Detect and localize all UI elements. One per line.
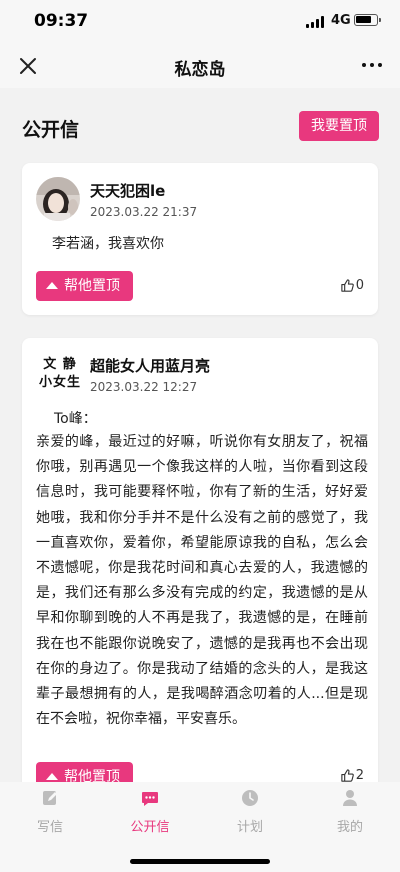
tab-label: 我的	[336, 820, 363, 835]
post-date: 2023.03.22 21:37	[90, 205, 198, 219]
username: 超能女人用蓝月亮	[90, 357, 211, 375]
tab-label: 写信	[36, 820, 63, 835]
arrow-up-icon	[46, 773, 58, 780]
avatar: 文 静 小女生	[36, 356, 84, 392]
tab-write[interactable]: 写信	[0, 788, 100, 835]
avatar-text-line: 小女生	[38, 375, 81, 390]
letter-card: 天天犯困le 2023.03.22 21:37 李若涵，我喜欢你 帮他置顶 0	[22, 163, 378, 315]
pencil-icon	[40, 788, 60, 808]
status-time: 09:37	[34, 11, 89, 31]
person-icon	[340, 788, 360, 808]
battery-level	[356, 16, 372, 23]
more-icon[interactable]	[362, 62, 384, 70]
tab-public-letters[interactable]: 公开信	[100, 788, 200, 835]
like-button[interactable]: 2	[340, 768, 364, 782]
like-count: 0	[355, 278, 364, 293]
letter-text: 亲爱的峰，最近过的好嘛，听说你有女朋友了，祝福你哦，别再遇见一个像我这样的人啦，…	[36, 434, 368, 728]
page-title: 私恋岛	[174, 60, 226, 80]
main-content: 公开信 我要置顶 天天犯困le 2023.03.22 21:37 李若涵，我喜欢…	[0, 88, 400, 782]
help-pin-button[interactable]: 帮他置顶	[36, 762, 133, 782]
letter-card: 文 静 小女生 超能女人用蓝月亮 2023.03.22 12:27 To峰： 亲…	[22, 338, 378, 782]
post-date: 2023.03.22 12:27	[90, 380, 198, 394]
tab-mine[interactable]: 我的	[300, 788, 400, 835]
arrow-up-icon	[46, 282, 58, 289]
home-indicator	[130, 859, 270, 864]
clock-icon	[240, 788, 260, 808]
tab-label: 公开信	[130, 820, 170, 835]
username: 天天犯困le	[90, 182, 166, 200]
help-pin-label: 帮他置顶	[64, 278, 120, 294]
signal-icon	[306, 16, 326, 28]
avatar-text-line: 文 静	[43, 357, 77, 372]
status-bar: 09:37 4G	[0, 0, 400, 44]
network-label: 4G	[331, 13, 351, 28]
battery-icon	[354, 14, 381, 26]
tab-bar: 写信 公开信 计划 我的	[0, 782, 400, 872]
help-pin-button[interactable]: 帮他置顶	[36, 271, 133, 301]
thumbs-up-icon	[341, 769, 354, 782]
tab-plan[interactable]: 计划	[200, 788, 300, 835]
like-button[interactable]: 0	[340, 278, 364, 293]
avatar	[36, 177, 80, 221]
help-pin-label: 帮他置顶	[64, 769, 120, 782]
like-count: 2	[355, 768, 364, 782]
pin-to-top-button[interactable]: 我要置顶	[299, 111, 379, 141]
letter-greeting: To峰：	[54, 411, 97, 427]
chat-bubble-icon	[140, 788, 160, 808]
thumbs-up-icon	[341, 279, 354, 292]
section-title: 公开信	[22, 119, 80, 141]
tab-label: 计划	[236, 820, 263, 835]
nav-bar: 私恋岛	[0, 44, 400, 88]
letter-text: 李若涵，我喜欢你	[52, 236, 164, 252]
